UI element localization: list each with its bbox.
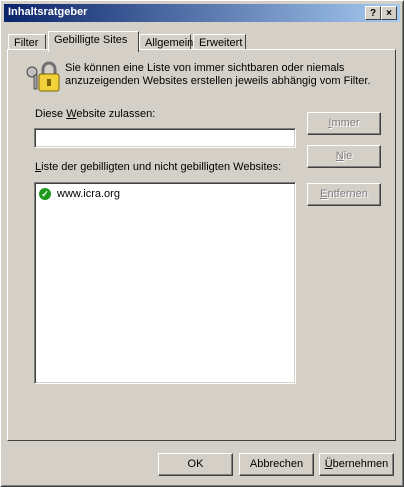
approved-sites-description: Sie können eine Liste von immer sichtbar… [65, 62, 371, 87]
ok-button[interactable]: OK [158, 453, 233, 476]
allow-website-label: Diese Website zulassen: [35, 108, 155, 120]
allow-label-part: ebsite zulassen: [76, 108, 156, 120]
window-title: Inhaltsratgeber [8, 6, 88, 18]
always-label: mmer [331, 117, 360, 129]
allow-label-part: Diese [35, 108, 67, 120]
apply-button[interactable]: Übernehmen [319, 453, 394, 476]
remove-button[interactable]: Entfernen [307, 183, 381, 206]
never-button[interactable]: Nie [307, 145, 381, 168]
padlock-keys-icon [26, 61, 60, 92]
tab-approved-sites[interactable]: Gebilligte Sites [48, 31, 139, 52]
site-name: www.icra.org [57, 188, 120, 200]
list-item[interactable]: ✓ www.icra.org [39, 187, 120, 201]
remove-label: ntfernen [327, 188, 368, 200]
cancel-button[interactable]: Abbrechen [239, 453, 314, 476]
apply-label: bernehmen [332, 458, 389, 470]
approved-check-icon: ✓ [39, 188, 51, 200]
site-list[interactable]: ✓ www.icra.org [34, 182, 296, 384]
never-label: ie [343, 150, 353, 162]
never-mnemonic: N [335, 150, 344, 162]
close-button[interactable]: × [381, 6, 397, 20]
help-button[interactable]: ? [365, 6, 381, 20]
title-bar[interactable]: Inhaltsratgeber ? × [4, 4, 400, 22]
list-label-part: iste der gebilligten und nicht gebilligt… [41, 161, 282, 173]
allow-label-mnemonic: W [66, 108, 77, 120]
apply-mnemonic: Ü [324, 458, 333, 470]
always-button[interactable]: Immer [307, 112, 381, 135]
site-list-label: Liste der gebilligten und nicht gebillig… [35, 161, 281, 173]
website-input[interactable] [34, 128, 296, 148]
